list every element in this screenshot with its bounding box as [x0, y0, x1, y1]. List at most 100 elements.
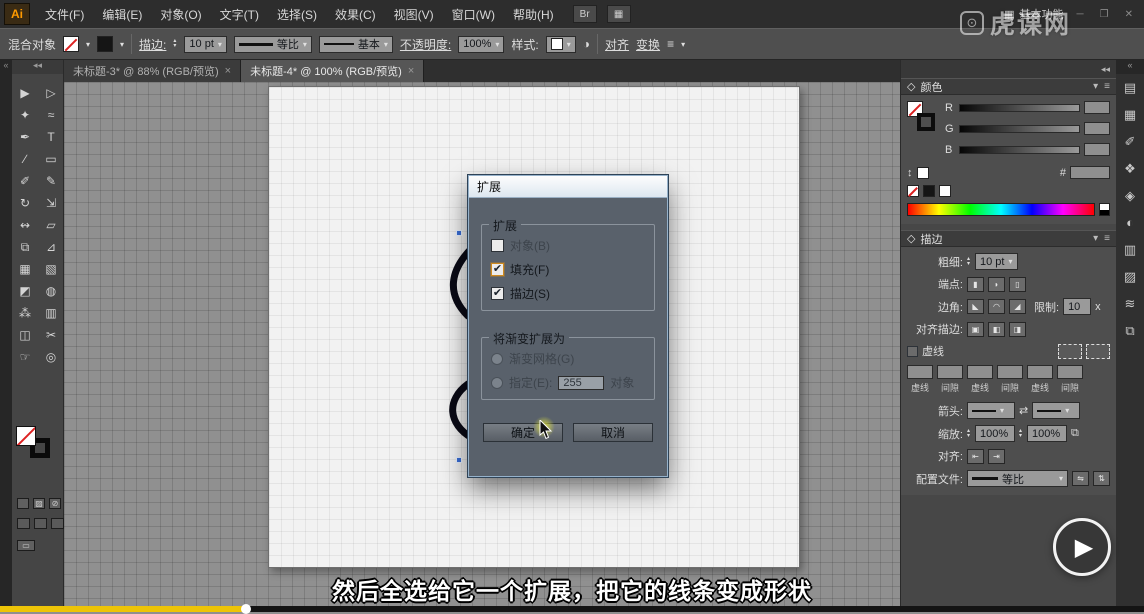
align-stroke-outside-button[interactable]: ◨: [1009, 322, 1026, 337]
blue-value-field[interactable]: [1084, 143, 1110, 156]
video-progress-bar[interactable]: [0, 606, 1144, 612]
align-stroke-center-button[interactable]: ▣: [967, 322, 984, 337]
join-miter-button[interactable]: ◣: [967, 299, 984, 314]
scale-end-field[interactable]: 100%: [1027, 425, 1067, 442]
chevron-down-icon[interactable]: ▾: [1093, 233, 1098, 244]
stroke-panel-link[interactable]: 描边:: [139, 36, 166, 53]
gradient-mesh-option[interactable]: 渐变网格(G): [491, 350, 645, 367]
tab-untitled-4[interactable]: 未标题-4* @ 100% (RGB/预览) ×: [241, 60, 424, 82]
tab-untitled-3[interactable]: 未标题-3* @ 88% (RGB/预览) ×: [64, 60, 241, 82]
none-swatch[interactable]: [907, 185, 919, 197]
menu-window[interactable]: 窗口(W): [443, 0, 504, 28]
specify-count-field[interactable]: 255: [558, 376, 604, 390]
cap-round-button[interactable]: ◗: [988, 277, 1005, 292]
cap-projecting-button[interactable]: ▯: [1009, 277, 1026, 292]
window-minimize-button[interactable]: ─: [1074, 9, 1087, 20]
limit-field[interactable]: 10: [1063, 298, 1091, 315]
appearance-panel-icon[interactable]: ◐: [1116, 209, 1144, 236]
zoom-tool-icon[interactable]: ◎: [38, 346, 64, 368]
style-select[interactable]: ▾: [546, 36, 576, 53]
color-panel-header[interactable]: ◇ 颜色 ▾ ≡: [901, 78, 1116, 95]
gap3-field[interactable]: [1057, 365, 1083, 379]
bridge-button[interactable]: Br: [573, 5, 597, 23]
hex-field[interactable]: [1070, 166, 1110, 179]
align-panel-link[interactable]: 对齐: [605, 36, 629, 53]
close-icon[interactable]: ×: [225, 65, 231, 77]
dialog-title-bar[interactable]: 扩展: [469, 176, 667, 198]
rotate-tool-icon[interactable]: ↻: [12, 192, 38, 214]
panel-menu-icon[interactable]: ≡: [1104, 81, 1110, 92]
fill-dropdown-icon[interactable]: ▾: [86, 40, 90, 49]
draw-inside-icon[interactable]: [51, 518, 64, 529]
profile-select[interactable]: 等比 ▾: [967, 470, 1068, 487]
cap-butt-button[interactable]: ▮: [967, 277, 984, 292]
slice-tool-icon[interactable]: ✂: [38, 324, 64, 346]
lasso-tool-icon[interactable]: ≈: [38, 104, 64, 126]
join-bevel-button[interactable]: ◢: [1009, 299, 1026, 314]
symbols-panel-icon[interactable]: ▦: [1116, 101, 1144, 128]
gap1-field[interactable]: [937, 365, 963, 379]
paintbrush-tool-icon[interactable]: ✐: [12, 170, 38, 192]
collapse-icon[interactable]: «: [3, 60, 8, 70]
red-slider[interactable]: [959, 104, 1080, 112]
pen-tool-icon[interactable]: ✒: [12, 126, 38, 148]
pathfinder-panel-icon[interactable]: ⧉: [1116, 317, 1144, 344]
menu-file[interactable]: 文件(F): [36, 0, 93, 28]
dashed-line-checkbox[interactable]: [907, 346, 918, 357]
fill-stroke-indicator[interactable]: [16, 426, 60, 466]
menu-edit[interactable]: 编辑(E): [93, 0, 151, 28]
color-mode-icon[interactable]: [17, 498, 29, 509]
flip-along-button[interactable]: ⇋: [1072, 471, 1089, 486]
blend-tool-icon[interactable]: ◍: [38, 280, 64, 302]
dock-collapse-header[interactable]: ◂◂: [901, 60, 1116, 78]
column-graph-tool-icon[interactable]: ▥: [38, 302, 64, 324]
stroke-panel-header[interactable]: ◇ 描边 ▾ ≡: [901, 230, 1116, 247]
collapse-to-icons-icon[interactable]: ◂◂: [1101, 64, 1110, 75]
white-swatch[interactable]: [939, 185, 951, 197]
stroke-proxy-swatch[interactable]: [917, 113, 935, 131]
dash-align-button[interactable]: [1086, 344, 1110, 359]
free-transform-tool-icon[interactable]: ▱: [38, 214, 64, 236]
transparency-panel-icon[interactable]: ▨: [1116, 263, 1144, 290]
stroke-color-swatch[interactable]: [97, 36, 113, 52]
stepper-down-icon[interactable]: ▾: [967, 434, 970, 439]
stroke-dropdown-icon[interactable]: ▾: [120, 40, 124, 49]
flip-across-button[interactable]: ⇅: [1093, 471, 1110, 486]
arrow-tip-extend-button[interactable]: ⇤: [967, 449, 984, 464]
specify-radio[interactable]: [491, 377, 503, 389]
recolor-artwork-icon[interactable]: ◑: [583, 37, 590, 51]
menu-help[interactable]: 帮助(H): [504, 0, 563, 28]
arrange-documents-icon[interactable]: ▦: [607, 5, 631, 23]
swatches-panel-icon[interactable]: ▤: [1116, 74, 1144, 101]
weight-select[interactable]: 10 pt ▾: [975, 253, 1017, 270]
scale-end-stepper[interactable]: ▴ ▾: [1019, 429, 1022, 439]
join-round-button[interactable]: ◠: [988, 299, 1005, 314]
selection-tool-icon[interactable]: ▶: [12, 82, 38, 104]
line-segment-tool-icon[interactable]: ∕: [12, 148, 38, 170]
shape-builder-tool-icon[interactable]: ⧉: [12, 236, 38, 258]
panel-menu-icon[interactable]: ≡: [667, 37, 674, 51]
menu-select[interactable]: 选择(S): [268, 0, 326, 28]
draw-normal-icon[interactable]: [17, 518, 30, 529]
color-proxy[interactable]: [907, 101, 937, 135]
weight-stepper[interactable]: ▴ ▾: [967, 257, 970, 267]
stroke-width-select[interactable]: 10 pt ▾: [184, 36, 226, 53]
expand-stroke-option[interactable]: ✔ 描边(S): [491, 285, 645, 302]
gradient-mesh-radio[interactable]: [491, 353, 503, 365]
menu-type[interactable]: 文字(T): [211, 0, 268, 28]
align-panel-icon[interactable]: ≋: [1116, 290, 1144, 317]
stroke-checkbox[interactable]: ✔: [491, 287, 504, 300]
dash1-field[interactable]: [907, 365, 933, 379]
scale-start-stepper[interactable]: ▴ ▾: [967, 429, 970, 439]
artboard-tool-icon[interactable]: ◫: [12, 324, 38, 346]
panel-menu-icon[interactable]: ≡: [1104, 233, 1110, 244]
scale-start-field[interactable]: 100%: [975, 425, 1015, 442]
libraries-panel-icon[interactable]: ❖: [1116, 155, 1144, 182]
menu-view[interactable]: 视图(V): [385, 0, 443, 28]
transform-panel-link[interactable]: 变换: [636, 36, 660, 53]
opacity-panel-link[interactable]: 不透明度:: [400, 36, 451, 53]
brushes-panel-icon[interactable]: ✐: [1116, 128, 1144, 155]
color-guide-panel-icon[interactable]: ◈: [1116, 182, 1144, 209]
rectangle-tool-icon[interactable]: ▭: [38, 148, 64, 170]
hand-tool-icon[interactable]: ☞: [12, 346, 38, 368]
